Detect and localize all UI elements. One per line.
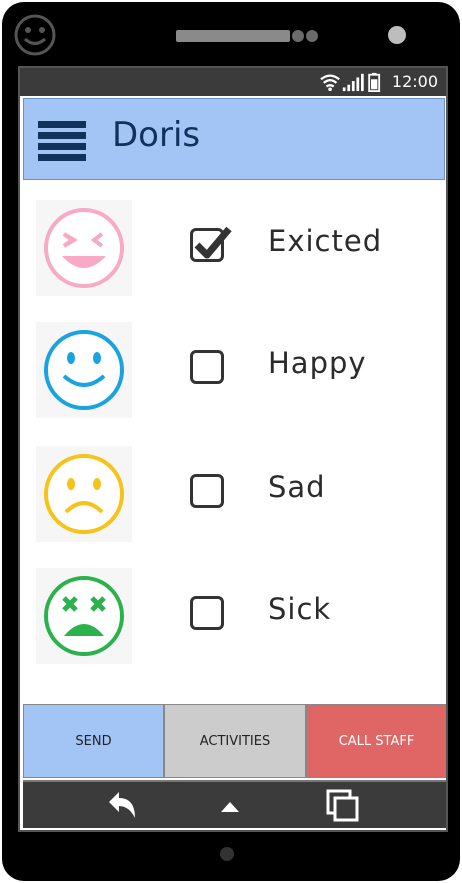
home-sensor xyxy=(220,847,234,861)
sensor-dot xyxy=(306,30,318,42)
excited-face-icon xyxy=(36,200,132,296)
wifi-icon xyxy=(320,74,340,92)
mood-row-sad[interactable]: Sad xyxy=(36,446,436,542)
send-button[interactable]: SEND xyxy=(23,704,164,778)
speaker-grille xyxy=(176,30,290,42)
back-icon[interactable] xyxy=(105,790,141,822)
page-title: Doris xyxy=(112,115,201,155)
happy-checkbox[interactable] xyxy=(190,350,224,384)
status-bar: 12:00 xyxy=(20,68,446,96)
mood-label: Happy xyxy=(268,346,367,380)
sad-checkbox[interactable] xyxy=(190,474,224,508)
mood-label: Sick xyxy=(268,592,332,626)
activities-button[interactable]: ACTIVITIES xyxy=(164,704,306,778)
front-camera xyxy=(388,26,406,44)
battery-icon xyxy=(368,72,381,92)
sensor-dot xyxy=(292,30,304,42)
mood-row-sick[interactable]: Sick xyxy=(36,568,436,664)
excited-checkbox[interactable] xyxy=(190,226,232,262)
home-icon[interactable] xyxy=(219,798,241,814)
sick-face-icon xyxy=(36,568,132,664)
checkmark-icon xyxy=(194,226,232,259)
mood-row-excited[interactable]: Exicted xyxy=(36,200,436,296)
status-time: 12:00 xyxy=(391,72,438,91)
app-bar: Doris xyxy=(23,98,445,180)
action-bar: SEND ACTIVITIES CALL STAFF xyxy=(23,704,446,778)
recent-apps-icon[interactable] xyxy=(325,788,361,824)
sick-checkbox[interactable] xyxy=(190,596,224,630)
sad-face-icon xyxy=(36,446,132,542)
happy-face-icon xyxy=(36,322,132,418)
phone-frame: 12:00 Doris Exicted Happy Sad Sick SEND … xyxy=(2,2,460,881)
smiley-logo-icon xyxy=(14,14,56,56)
screen: 12:00 Doris Exicted Happy Sad Sick SEND … xyxy=(18,66,448,832)
mood-label: Exicted xyxy=(268,224,383,258)
signal-icon xyxy=(342,73,364,92)
status-icons xyxy=(320,72,381,92)
navigation-bar xyxy=(23,780,446,828)
mood-row-happy[interactable]: Happy xyxy=(36,322,436,418)
hamburger-menu-icon[interactable] xyxy=(38,121,90,161)
mood-label: Sad xyxy=(268,470,326,504)
call-staff-button[interactable]: CALL STAFF xyxy=(306,704,446,778)
